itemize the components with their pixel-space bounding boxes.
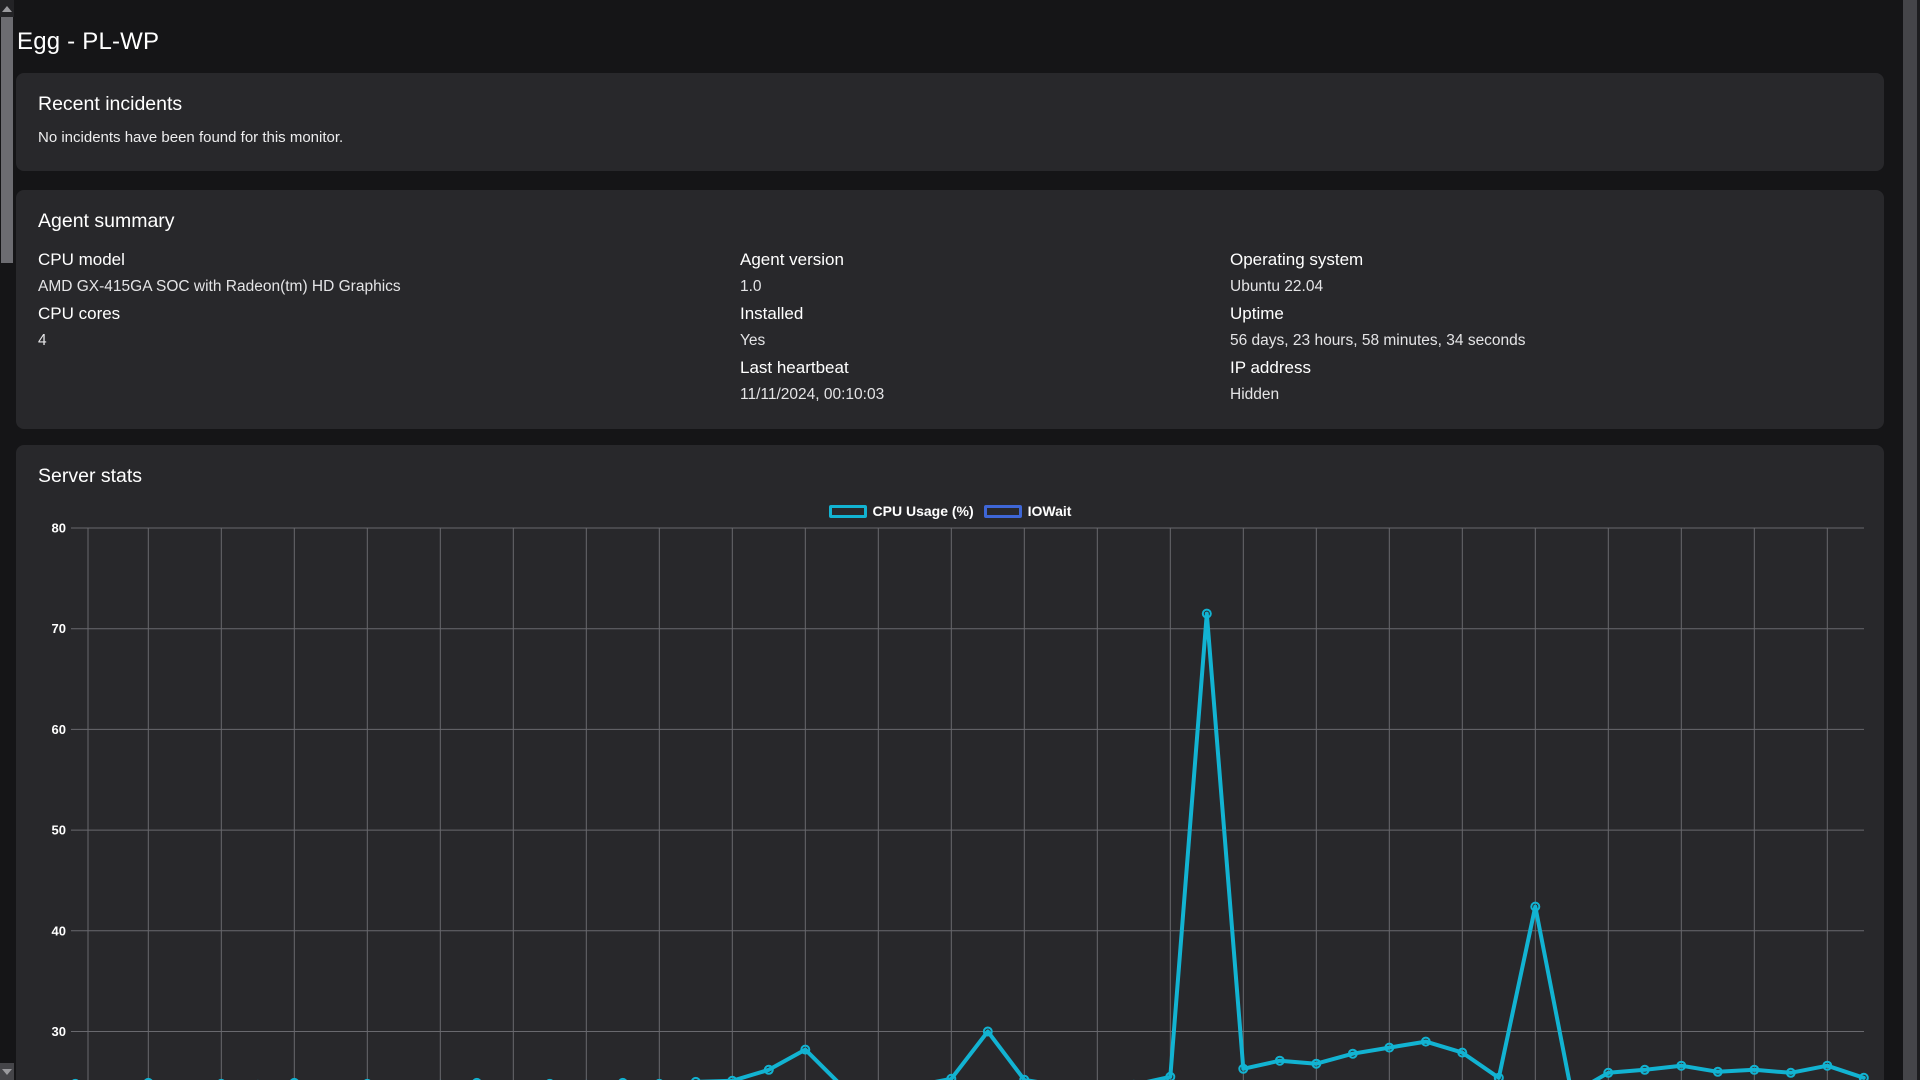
recent-incidents-title: Recent incidents — [38, 93, 1862, 116]
scrollbar-up-button[interactable] — [0, 0, 14, 17]
scroll-up-icon — [2, 6, 12, 12]
legend-label: CPU Usage (%) — [873, 503, 974, 519]
y-axis-tick-label: 80 — [52, 521, 66, 536]
field-label: Agent version — [740, 246, 1230, 273]
scrollbar-thumb[interactable] — [1, 17, 13, 263]
field-value: 1.0 — [740, 273, 1230, 300]
server-stats-card: Server stats CPU Usage (%) IOWait 80 70 60… — [16, 445, 1884, 1080]
scrollbar-down-button[interactable] — [0, 1063, 14, 1080]
agent-field-operating-system: Operating system Ubuntu 22.04 — [1230, 246, 1862, 300]
agent-summary-grid: CPU model AMD GX-415GA SOC with Radeon(t… — [38, 246, 1862, 408]
field-value: 4 — [38, 327, 740, 354]
field-value: 11/11/2024, 00:10:03 — [740, 381, 1230, 408]
agent-field-ip-address: IP address Hidden — [1230, 354, 1862, 408]
agent-summary-column-3: Operating system Ubuntu 22.04 Uptime 56 … — [1230, 246, 1862, 408]
series-line-0 — [75, 614, 1864, 1080]
agent-summary-title: Agent summary — [38, 210, 1862, 233]
agent-field-uptime: Uptime 56 days, 23 hours, 58 minutes, 34… — [1230, 300, 1862, 354]
server-stats-title: Server stats — [38, 465, 142, 488]
agent-summary-card: Agent summary CPU model AMD GX-415GA SOC… — [16, 190, 1884, 429]
field-label: CPU cores — [38, 300, 740, 327]
page-title: Egg - PL-WP — [17, 28, 159, 56]
agent-field-cpu-cores: CPU cores 4 — [38, 300, 740, 354]
y-axis-tick-label: 70 — [52, 621, 66, 636]
y-axis-tick-label: 50 — [52, 823, 66, 838]
legend-item-iowait[interactable]: IOWait — [984, 503, 1072, 519]
field-label: CPU model — [38, 246, 740, 273]
y-axis-tick-label: 30 — [52, 1024, 66, 1039]
recent-incidents-card: Recent incidents No incidents have been … — [16, 73, 1884, 171]
field-value: AMD GX-415GA SOC with Radeon(tm) HD Grap… — [38, 273, 740, 300]
field-value: Ubuntu 22.04 — [1230, 273, 1862, 300]
field-value: 56 days, 23 hours, 58 minutes, 34 second… — [1230, 327, 1862, 354]
agent-field-agent-version: Agent version 1.0 — [740, 246, 1230, 300]
field-label: Uptime — [1230, 300, 1862, 327]
agent-summary-column-1: CPU model AMD GX-415GA SOC with Radeon(t… — [38, 246, 740, 408]
scroll-down-icon — [2, 1069, 12, 1075]
server-stats-chart[interactable]: 80 70 60 50 40 30 — [16, 520, 1884, 1080]
field-label: Operating system — [1230, 246, 1862, 273]
chart-legend: CPU Usage (%) IOWait — [16, 503, 1884, 519]
field-label: Last heartbeat — [740, 354, 1230, 381]
iowait-swatch-icon — [984, 505, 1022, 518]
y-axis-tick-label: 40 — [52, 923, 66, 938]
monitor-detail-page: { "window": { "title": "Egg - PL-WP" }, … — [0, 0, 1920, 1080]
cpu-usage-swatch-icon — [829, 505, 867, 518]
y-axis-tick-label: 60 — [52, 722, 66, 737]
legend-label: IOWait — [1028, 503, 1072, 519]
agent-field-last-heartbeat: Last heartbeat 11/11/2024, 00:10:03 — [740, 354, 1230, 408]
agent-field-cpu-model: CPU model AMD GX-415GA SOC with Radeon(t… — [38, 246, 740, 300]
agent-summary-column-2: Agent version 1.0 Installed Yes Last hea… — [740, 246, 1230, 408]
legend-item-cpu-usage[interactable]: CPU Usage (%) — [829, 503, 974, 519]
field-value: Yes — [740, 327, 1230, 354]
no-incidents-message: No incidents have been found for this mo… — [38, 129, 1862, 146]
field-value: Hidden — [1230, 381, 1862, 408]
field-label: Installed — [740, 300, 1230, 327]
agent-field-installed: Installed Yes — [740, 300, 1230, 354]
vertical-scrollbar[interactable] — [1903, 0, 1917, 1080]
field-label: IP address — [1230, 354, 1862, 381]
